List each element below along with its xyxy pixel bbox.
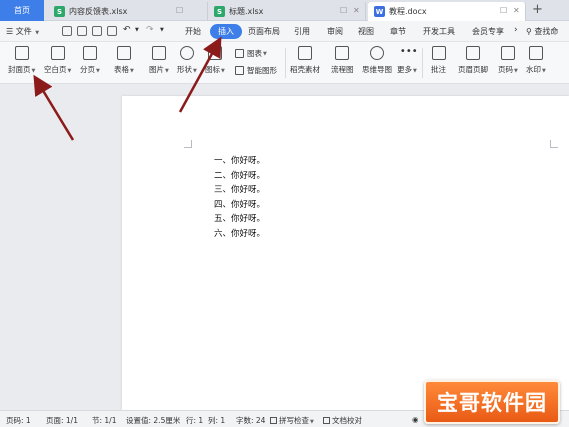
site-watermark: 宝哥软件园 <box>424 380 560 424</box>
arrow-to-cover-page <box>33 74 75 141</box>
eye-icon[interactable]: ◉ <box>412 415 419 424</box>
status-page-number[interactable]: 页码: 1 <box>6 415 31 426</box>
checkbox-icon <box>270 417 277 424</box>
wps-window: 首页 S 内容反馈表.xlsx ☐ S 标题.xlsx ☐ ✕ W 教程.doc… <box>0 0 569 427</box>
annotation-arrows <box>33 36 222 141</box>
status-section[interactable]: 节: 1/1 <box>92 415 116 426</box>
spell-check-toggle[interactable]: 拼写检查▼ <box>270 415 314 426</box>
status-page[interactable]: 页面: 1/1 <box>46 415 78 426</box>
status-word-count[interactable]: 字数: 24 <box>236 415 265 426</box>
arrow-to-insert-tab <box>178 36 222 113</box>
proofread-icon <box>323 417 330 424</box>
spell-check-label: 拼写检查 <box>279 416 309 425</box>
status-setting-value[interactable]: 设置值: 2.5厘米 <box>126 415 180 426</box>
proofread-label: 文档校对 <box>332 416 362 425</box>
status-row: 行: 1 <box>186 416 204 425</box>
status-column: 列: 1 <box>208 416 226 425</box>
proofread-button[interactable]: 文档校对 <box>323 415 362 426</box>
